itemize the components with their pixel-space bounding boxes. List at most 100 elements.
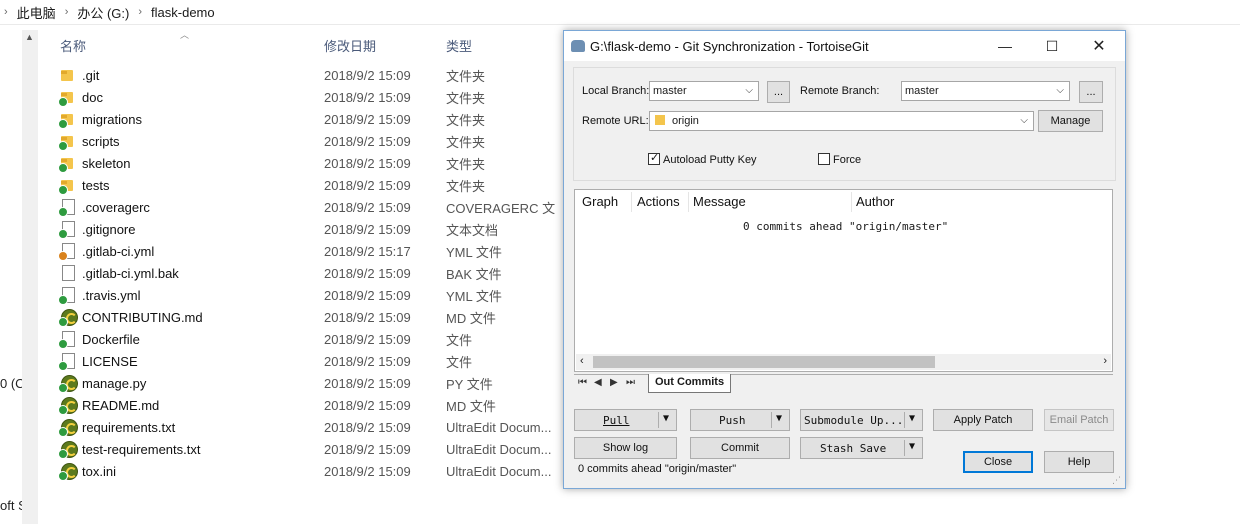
column-header-date[interactable]: 修改日期: [324, 36, 376, 55]
resize-grip-icon[interactable]: ⋰: [1112, 475, 1121, 486]
breadcrumb: › 此电脑 › 办公 (G:) › flask-demo: [0, 0, 1240, 25]
commit-list[interactable]: Graph Actions Message Author 0 commits a…: [574, 189, 1113, 372]
push-button[interactable]: Push ▼: [690, 409, 790, 431]
file-name: .gitlab-ci.yml: [82, 243, 155, 259]
email-patch-button[interactable]: Email Patch: [1044, 409, 1114, 431]
file-row[interactable]: .git 2018/9/2 15:09 文件夹: [58, 64, 558, 86]
column-divider[interactable]: [851, 192, 852, 212]
dropdown-arrow-icon[interactable]: ▼: [776, 413, 782, 424]
first-tab-icon[interactable]: ⏮: [578, 377, 587, 388]
split-divider: [771, 412, 772, 428]
breadcrumb-this-pc[interactable]: 此电脑: [17, 3, 56, 22]
split-divider: [904, 412, 905, 428]
file-row[interactable]: LICENSE 2018/9/2 15:09 文件: [58, 350, 558, 372]
file-row[interactable]: .gitlab-ci.yml 2018/9/2 15:17 YML 文件: [58, 240, 558, 262]
scroll-up-icon[interactable]: ▲: [25, 32, 34, 42]
file-date: 2018/9/2 15:09: [324, 441, 411, 457]
last-tab-icon[interactable]: ⏭: [626, 377, 635, 388]
file-row[interactable]: Dockerfile 2018/9/2 15:09 文件: [58, 328, 558, 350]
breadcrumb-folder[interactable]: flask-demo: [151, 5, 215, 20]
column-header-author[interactable]: Author: [856, 194, 894, 209]
force-checkbox[interactable]: [818, 153, 830, 165]
title-bar[interactable]: G:\flask-demo - Git Synchronization - To…: [564, 31, 1125, 61]
file-row[interactable]: .coveragerc 2018/9/2 15:09 COVERAGERC 文: [58, 196, 558, 218]
file-date: 2018/9/2 15:09: [324, 463, 411, 479]
file-name: test-requirements.txt: [82, 441, 201, 457]
column-header-graph[interactable]: Graph: [582, 194, 618, 209]
file-row[interactable]: skeleton 2018/9/2 15:09 文件夹: [58, 152, 558, 174]
git-ok-overlay-icon: [58, 207, 68, 217]
next-tab-icon[interactable]: ▶: [610, 377, 618, 388]
file-name: manage.py: [82, 375, 147, 391]
file-type: COVERAGERC 文: [446, 200, 556, 216]
file-row[interactable]: migrations 2018/9/2 15:09 文件夹: [58, 108, 558, 130]
column-header-actions[interactable]: Actions: [637, 194, 680, 209]
file-date: 2018/9/2 15:09: [324, 67, 411, 83]
browse-remote-branch-button[interactable]: ...: [1079, 81, 1103, 103]
file-date: 2018/9/2 15:09: [324, 309, 411, 325]
file-row[interactable]: test-requirements.txt 2018/9/2 15:09 Ultra…: [58, 438, 558, 460]
scroll-left-icon[interactable]: ‹: [580, 355, 584, 367]
scroll-right-icon[interactable]: ›: [1103, 355, 1107, 367]
tab-out-commits[interactable]: Out Commits: [648, 374, 732, 393]
remote-url-select[interactable]: origin ⌵: [649, 111, 1034, 131]
tab-strip: ⏮ ◀ ▶ ⏭ Out Commits: [574, 374, 1113, 395]
submodule-update-button[interactable]: Submodule Up... ▼: [800, 409, 923, 431]
file-row[interactable]: .gitlab-ci.yml.bak 2018/9/2 15:09 BAK 文件: [58, 262, 558, 284]
autoload-putty-label[interactable]: Autoload Putty Key: [663, 154, 757, 166]
file-row[interactable]: tox.ini 2018/9/2 15:09 UltraEdit Docum...: [58, 460, 558, 482]
pull-button[interactable]: Pull ▼: [574, 409, 677, 431]
maximize-button[interactable]: ☐: [1029, 31, 1075, 61]
file-row[interactable]: doc 2018/9/2 15:09 文件夹: [58, 86, 558, 108]
file-type: 文件夹: [446, 178, 486, 194]
stash-save-button[interactable]: Stash Save ▼: [800, 437, 923, 459]
horizontal-scrollbar[interactable]: ‹ ›: [576, 354, 1111, 370]
help-button[interactable]: Help: [1044, 451, 1114, 473]
dropdown-arrow-icon[interactable]: ▼: [909, 413, 915, 424]
file-name: requirements.txt: [82, 419, 176, 435]
column-divider[interactable]: [688, 192, 689, 212]
column-header-name[interactable]: 名称: [60, 36, 86, 55]
git-ok-overlay-icon: [58, 361, 68, 371]
local-branch-select[interactable]: master ⌵: [649, 81, 759, 101]
minimize-button[interactable]: —: [982, 31, 1028, 61]
breadcrumb-drive[interactable]: 办公 (G:): [77, 3, 129, 22]
file-row[interactable]: requirements.txt 2018/9/2 15:09 UltraEdit …: [58, 416, 558, 438]
file-date: 2018/9/2 15:09: [324, 331, 411, 347]
dropdown-arrow-icon[interactable]: ▼: [909, 441, 915, 452]
show-log-button[interactable]: Show log: [574, 437, 677, 459]
apply-patch-button[interactable]: Apply Patch: [933, 409, 1033, 431]
file-row[interactable]: README.md 2018/9/2 15:09 MD 文件: [58, 394, 558, 416]
force-label[interactable]: Force: [833, 154, 861, 166]
column-header-message[interactable]: Message: [693, 194, 746, 209]
column-header-type[interactable]: 类型: [446, 36, 472, 55]
commit-button[interactable]: Commit: [690, 437, 790, 459]
local-branch-value: master: [653, 85, 687, 97]
document-icon: [58, 331, 76, 349]
nav-item-partial[interactable]: 0 (C: [0, 376, 25, 391]
manage-remotes-button[interactable]: Manage: [1038, 110, 1103, 132]
dropdown-arrow-icon[interactable]: ▼: [663, 413, 669, 424]
document-icon: [58, 199, 76, 217]
folder-icon: [58, 177, 76, 195]
column-divider[interactable]: [631, 192, 632, 212]
file-row[interactable]: .travis.yml 2018/9/2 15:09 YML 文件: [58, 284, 558, 306]
browse-local-branch-button[interactable]: ...: [767, 81, 790, 103]
file-name: .coveragerc: [82, 199, 150, 215]
vertical-scrollbar[interactable]: ▲: [22, 30, 38, 524]
file-row[interactable]: tests 2018/9/2 15:09 文件夹: [58, 174, 558, 196]
close-window-button[interactable]: ✕: [1076, 31, 1122, 61]
file-row[interactable]: .gitignore 2018/9/2 15:09 文本文档: [58, 218, 558, 240]
scrollbar-thumb[interactable]: [593, 356, 935, 368]
remote-branch-select[interactable]: master ⌵: [901, 81, 1070, 101]
file-row[interactable]: scripts 2018/9/2 15:09 文件夹: [58, 130, 558, 152]
previous-tab-icon[interactable]: ◀: [594, 377, 602, 388]
split-divider: [904, 440, 905, 456]
file-row[interactable]: manage.py 2018/9/2 15:09 PY 文件: [58, 372, 558, 394]
autoload-putty-checkbox[interactable]: ✓: [648, 152, 660, 165]
file-row[interactable]: CONTRIBUTING.md 2018/9/2 15:09 MD 文件: [58, 306, 558, 328]
close-button[interactable]: Close: [963, 451, 1033, 473]
push-label: Push: [719, 413, 746, 427]
file-list: .git 2018/9/2 15:09 文件夹 doc 2018/9/2 15:09 文件…: [58, 64, 558, 482]
file-type: 文件夹: [446, 112, 486, 128]
